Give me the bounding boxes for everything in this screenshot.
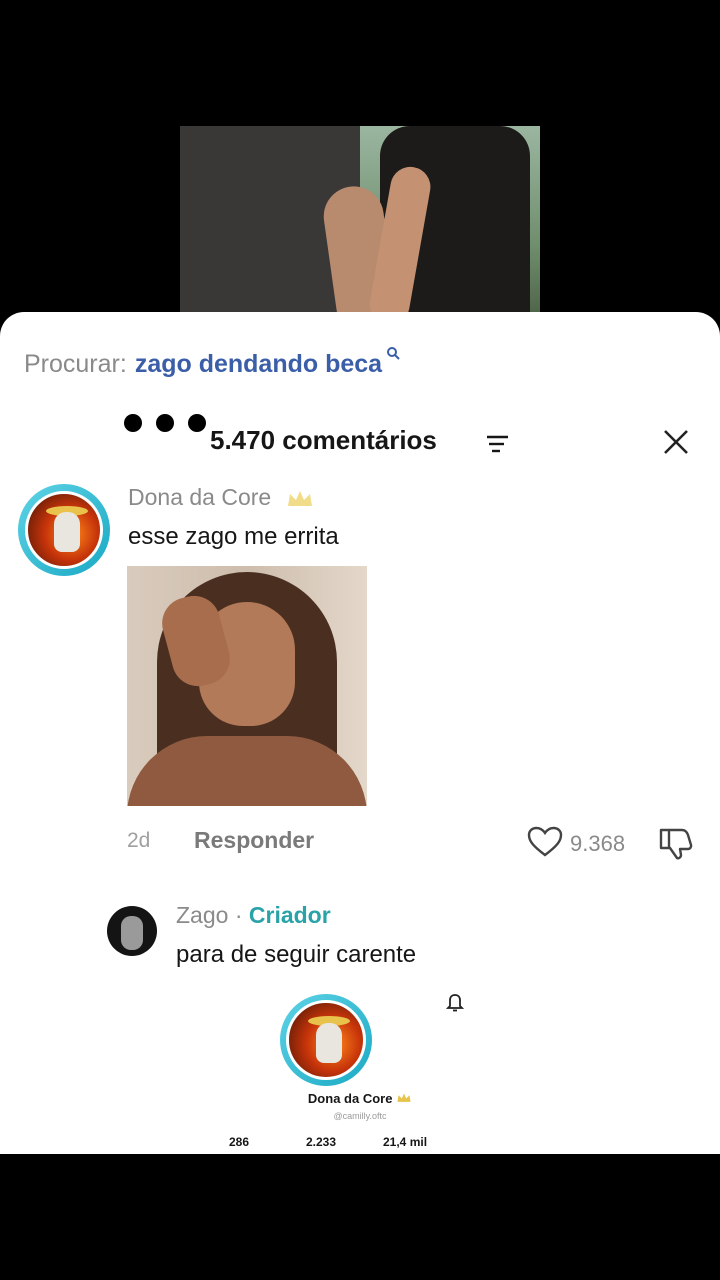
- crown-icon: [287, 490, 312, 506]
- reply-header[interactable]: Zago · Criador: [176, 902, 331, 929]
- search-query-link[interactable]: zago dendando beca: [135, 350, 382, 378]
- comment-count: 5.470 comentários: [210, 425, 437, 455]
- comment-image[interactable]: [127, 566, 367, 806]
- comment-username-text: Dona da Core: [128, 484, 272, 510]
- profile-card-handle: @camilly.oftc: [333, 1111, 387, 1121]
- crown-icon-small: [397, 1093, 411, 1102]
- commenter-avatar[interactable]: [18, 484, 110, 576]
- search-icon: [387, 347, 400, 360]
- profile-stat-following: 286: [229, 1135, 250, 1149]
- profile-card-name-text: Dona da Core: [307, 1091, 393, 1106]
- close-icon[interactable]: [662, 428, 690, 456]
- profile-card-name: Dona da Core: [0, 1091, 720, 1106]
- like-count: 9.368: [570, 831, 626, 856]
- comment-username[interactable]: Dona da Core: [128, 484, 314, 511]
- video-frame[interactable]: [180, 126, 540, 326]
- profile-card-avatar[interactable]: [280, 994, 372, 1086]
- bell-icon[interactable]: [446, 992, 464, 1012]
- creator-avatar[interactable]: [107, 906, 157, 956]
- profile-stat-likes: 21,4 mil: [383, 1135, 428, 1149]
- reply-text: para de seguir carente: [176, 941, 417, 968]
- search-suggestion[interactable]: Procurar: zago dendando beca: [24, 347, 400, 379]
- sort-icon[interactable]: [486, 434, 510, 454]
- profile-stat-followers: 2.233: [306, 1135, 337, 1149]
- comment-text: esse zago me errita: [128, 523, 339, 550]
- comments-sheet: Procurar: zago dendando beca 5.470 coment…: [0, 312, 720, 1154]
- more-options-icon[interactable]: [124, 414, 206, 432]
- creator-badge: Criador: [248, 902, 331, 928]
- search-label: Procurar:: [24, 350, 127, 378]
- dislike-icon[interactable]: [658, 826, 694, 860]
- heart-icon[interactable]: [527, 826, 563, 858]
- reply-username: Zago: [176, 902, 229, 928]
- comment-time: 2d: [127, 829, 151, 852]
- reply-separator: ·: [234, 902, 243, 928]
- reply-button[interactable]: Responder: [194, 827, 314, 854]
